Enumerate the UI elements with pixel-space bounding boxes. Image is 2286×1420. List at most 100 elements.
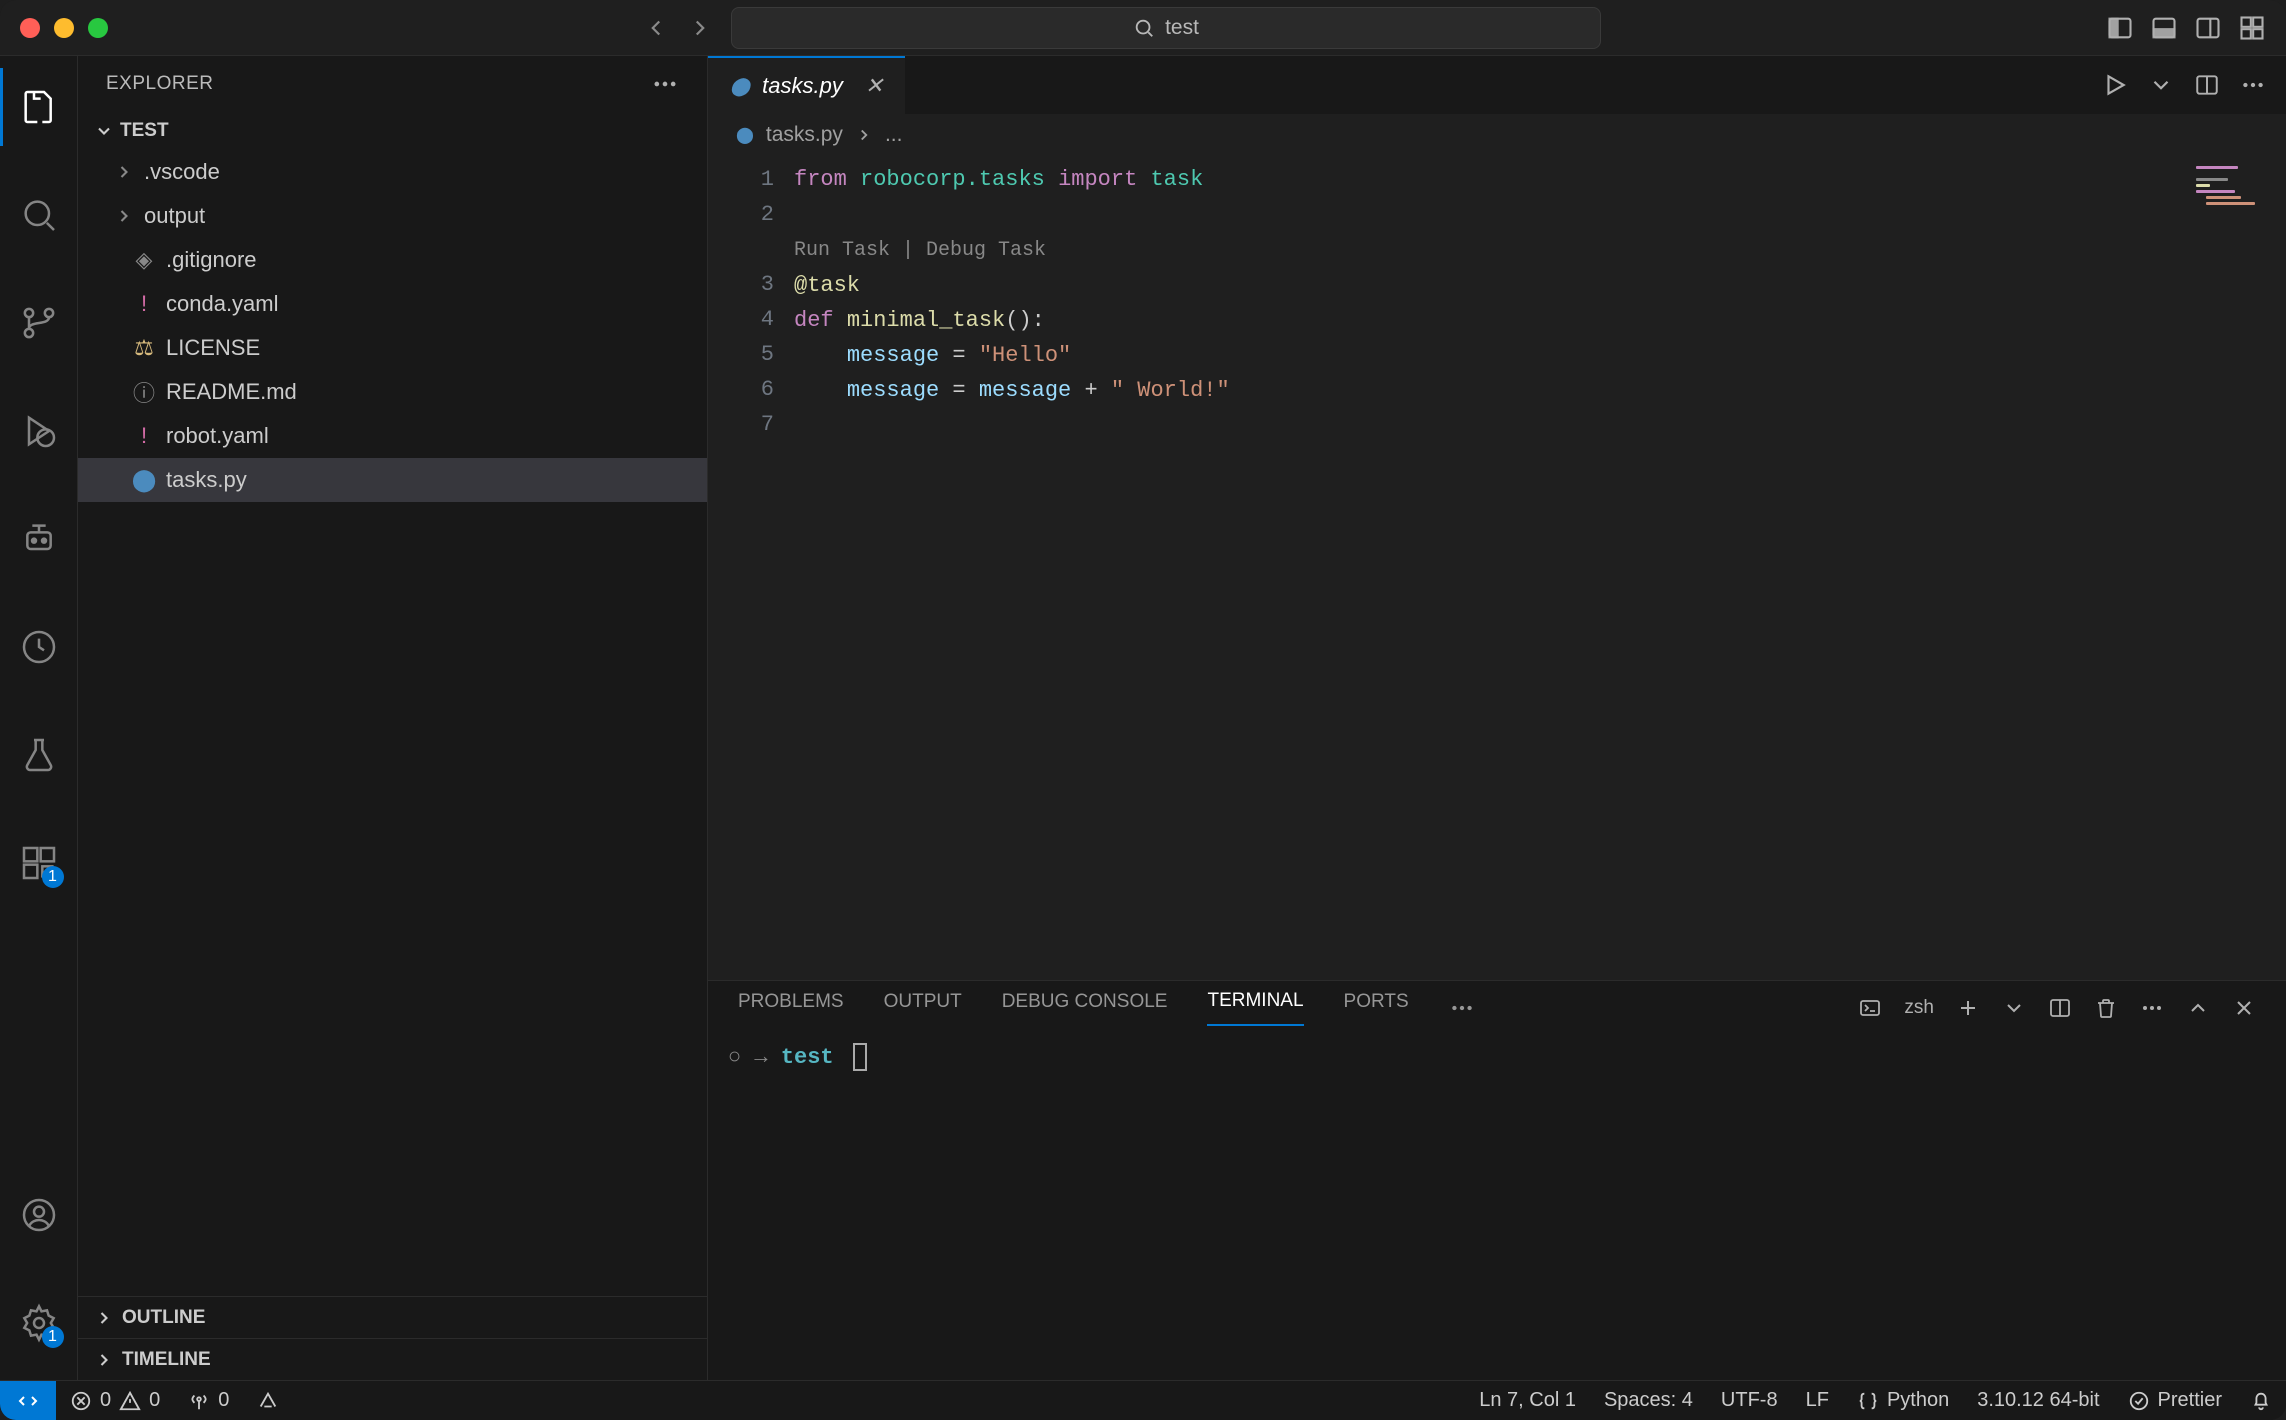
tree-item-file[interactable]: ◈ .gitignore [78, 238, 707, 282]
tree-item-folder[interactable]: output [78, 194, 707, 238]
new-terminal-icon[interactable] [1956, 996, 1980, 1020]
status-cursor[interactable]: Ln 7, Col 1 [1465, 1389, 1590, 1412]
titlebar: test [0, 0, 2286, 56]
activity-extensions[interactable]: 1 [0, 824, 78, 902]
run-file-icon[interactable] [2102, 72, 2128, 98]
chevron-right-icon [114, 162, 134, 182]
status-language[interactable]: Python [1843, 1389, 1963, 1412]
activity-timeline[interactable] [0, 608, 78, 686]
status-problems[interactable]: 0 0 [56, 1389, 174, 1412]
terminal-body[interactable]: ○ → test [708, 1035, 2286, 1380]
tree-item-file[interactable]: ⚖ LICENSE [78, 326, 707, 370]
tree-item-file[interactable]: ! robot.yaml [78, 414, 707, 458]
nav-back-icon[interactable] [643, 15, 669, 41]
toggle-secondary-sidebar-icon[interactable] [2194, 14, 2222, 42]
breadcrumb[interactable]: ⬤ tasks.py ... [708, 114, 2286, 156]
kill-terminal-icon[interactable] [2094, 996, 2118, 1020]
statusbar: 0 0 0 Ln 7, Col 1 Spaces: 4 UTF-8 LF Pyt… [0, 1380, 2286, 1420]
eol-label: LF [1806, 1389, 1829, 1412]
status-notifications[interactable] [2236, 1390, 2286, 1412]
editor-tab[interactable]: ⬤ tasks.py ✕ [708, 56, 905, 114]
editor-actions [2102, 72, 2286, 98]
imported-name: task [1150, 167, 1203, 192]
braces-icon [1857, 1390, 1879, 1412]
panel-more-icon[interactable] [2140, 996, 2164, 1020]
activity-testing[interactable] [0, 716, 78, 794]
status-prettier[interactable]: Prettier [2114, 1389, 2236, 1412]
customize-layout-icon[interactable] [2238, 14, 2266, 42]
more-editor-actions-icon[interactable] [2240, 72, 2266, 98]
warning-icon [119, 1390, 141, 1412]
maximize-panel-icon[interactable] [2186, 996, 2210, 1020]
code-content[interactable]: from robocorp.tasks import task Run Task… [794, 156, 2286, 980]
tab-terminal[interactable]: TERMINAL [1207, 990, 1303, 1026]
command-center-search[interactable]: test [731, 7, 1601, 49]
split-editor-icon[interactable] [2194, 72, 2220, 98]
chevron-right-icon [94, 1308, 114, 1328]
terminal-prompt-arrow: → [754, 1045, 780, 1070]
editor-body[interactable]: 1 2 3 4 5 6 7 from robocorp.tasks import… [708, 156, 2286, 980]
nav-forward-icon[interactable] [687, 15, 713, 41]
tabs-row: ⬤ tasks.py ✕ [708, 56, 2286, 114]
outline-section[interactable]: OUTLINE [78, 1296, 707, 1338]
yaml-icon: ! [132, 292, 156, 316]
tab-label: tasks.py [762, 73, 843, 99]
extensions-badge: 1 [42, 866, 64, 888]
tree-item-folder[interactable]: .vscode [78, 150, 707, 194]
activity-run-debug[interactable] [0, 392, 78, 470]
tree-item-file[interactable]: ⬤ tasks.py [78, 458, 707, 502]
maximize-window-button[interactable] [88, 18, 108, 38]
activity-accounts[interactable] [0, 1176, 78, 1254]
panel-more-icon[interactable] [1449, 995, 1475, 1021]
search-icon [1133, 17, 1155, 39]
toggle-panel-icon[interactable] [2150, 14, 2178, 42]
more-actions-icon[interactable] [651, 70, 679, 98]
sidebar-folder-section[interactable]: TEST [78, 112, 707, 150]
shell-name[interactable]: zsh [1904, 997, 1934, 1019]
activity-settings[interactable]: 1 [0, 1284, 78, 1362]
tab-problems[interactable]: PROBLEMS [738, 991, 844, 1025]
activity-robocorp[interactable] [0, 500, 78, 578]
terminal-dropdown-icon[interactable] [2002, 996, 2026, 1020]
prettier-check-icon [2128, 1390, 2150, 1412]
status-interpreter[interactable]: 3.10.12 64-bit [1963, 1389, 2113, 1412]
split-terminal-icon[interactable] [2048, 996, 2072, 1020]
git-branch-icon [19, 303, 59, 343]
tab-debug-console[interactable]: DEBUG CONSOLE [1002, 991, 1168, 1025]
codelens[interactable]: Run Task | Debug Task [794, 239, 1046, 262]
minimize-window-button[interactable] [54, 18, 74, 38]
readme-icon: ⓘ [132, 380, 156, 404]
sidebar-folder-name: TEST [120, 120, 169, 142]
close-tab-icon[interactable]: ✕ [865, 73, 883, 99]
activity-explorer[interactable] [0, 68, 78, 146]
breadcrumb-file: tasks.py [766, 123, 843, 147]
remote-indicator[interactable] [0, 1381, 56, 1420]
terminal-cursor [853, 1043, 867, 1071]
vscode-window: test [0, 0, 2286, 1420]
function-name: minimal_task [847, 308, 1005, 333]
status-encoding[interactable]: UTF-8 [1707, 1389, 1792, 1412]
status-eol[interactable]: LF [1792, 1389, 1843, 1412]
close-panel-icon[interactable] [2232, 996, 2256, 1020]
statusbar-right: Ln 7, Col 1 Spaces: 4 UTF-8 LF Python 3.… [1465, 1389, 2286, 1412]
minimap[interactable] [2126, 156, 2286, 980]
bell-icon [2250, 1390, 2272, 1412]
yaml-icon: ! [132, 424, 156, 448]
activity-bar: 1 1 [0, 56, 78, 1380]
activity-source-control[interactable] [0, 284, 78, 362]
tree-item-file[interactable]: ⓘ README.md [78, 370, 707, 414]
tab-output[interactable]: OUTPUT [884, 991, 962, 1025]
status-live-share[interactable] [243, 1390, 293, 1412]
status-indent[interactable]: Spaces: 4 [1590, 1389, 1707, 1412]
close-window-button[interactable] [20, 18, 40, 38]
nav-arrows [643, 15, 713, 41]
status-ports[interactable]: 0 [174, 1389, 243, 1412]
timeline-section[interactable]: TIMELINE [78, 1338, 707, 1380]
line-number: 7 [708, 407, 774, 442]
run-dropdown-icon[interactable] [2148, 72, 2174, 98]
tree-item-file[interactable]: ! conda.yaml [78, 282, 707, 326]
tab-ports[interactable]: PORTS [1344, 991, 1409, 1025]
activity-search[interactable] [0, 176, 78, 254]
toggle-primary-sidebar-icon[interactable] [2106, 14, 2134, 42]
string-literal: "Hello" [979, 343, 1071, 368]
